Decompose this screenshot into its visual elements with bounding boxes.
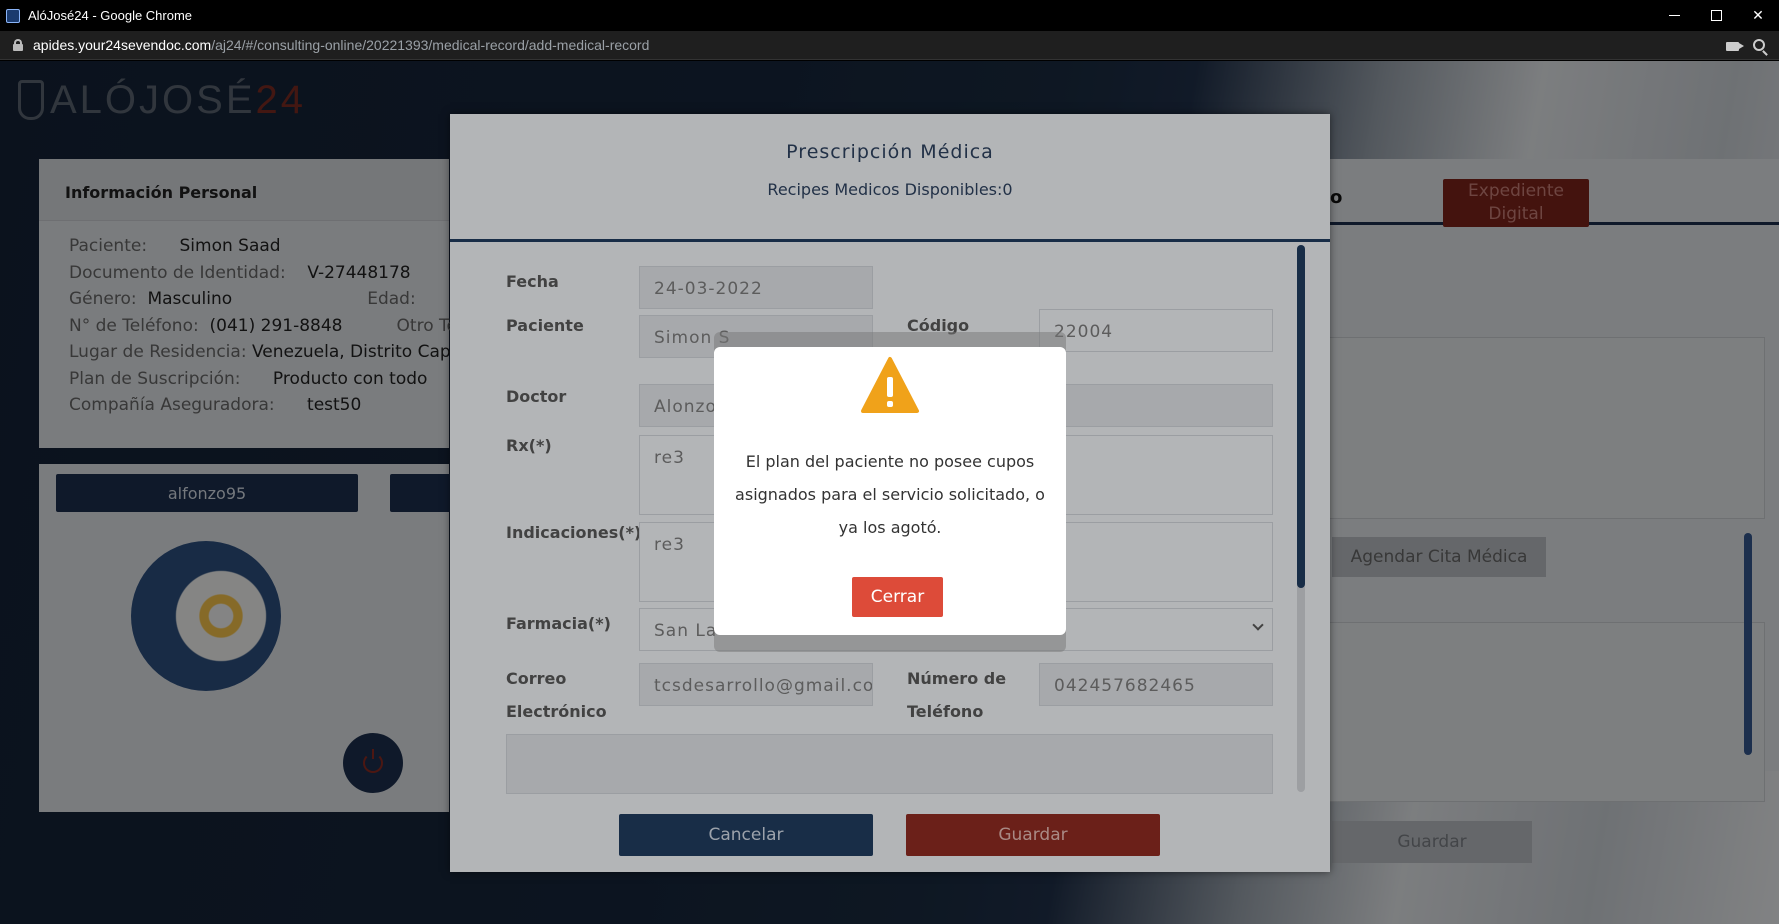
- right-panel-scrollbar[interactable]: [1744, 533, 1752, 755]
- correo-field[interactable]: tcsdesarrollo@gmail.com: [639, 663, 873, 706]
- recipes-available: Recipes Medicos Disponibles:0: [767, 180, 1013, 199]
- url-host: apides.your24sevendoc.com: [33, 37, 212, 53]
- cerrar-button[interactable]: Cerrar: [852, 577, 943, 617]
- zoom-icon[interactable]: [1753, 39, 1765, 51]
- alert-dialog: El plan del paciente no posee cupos asig…: [714, 347, 1066, 635]
- farmacia-selected: San La: [654, 621, 718, 641]
- window-title: AlóJosé24 - Google Chrome: [28, 8, 193, 23]
- minimize-icon: [1668, 15, 1680, 16]
- chevron-down-icon: [1252, 619, 1264, 631]
- prescription-title: Prescripción Médica: [786, 141, 994, 163]
- fecha-label: Fecha: [506, 272, 559, 291]
- url-path: /aj24/#/consulting-online/20221393/medic…: [211, 37, 650, 53]
- codigo-field[interactable]: 22004: [1039, 309, 1273, 352]
- browser-titlebar: AlóJosé24 - Google Chrome ✕: [0, 0, 1779, 31]
- prescription-header: Prescripción Médica Recipes Medicos Disp…: [450, 114, 1330, 242]
- fecha-field[interactable]: 24-03-2022: [639, 266, 873, 309]
- prescription-scrollbar-thumb[interactable]: [1297, 245, 1305, 588]
- close-window-button[interactable]: ✕: [1737, 0, 1779, 31]
- minimize-button[interactable]: [1653, 0, 1695, 31]
- correo-label: Correo Electrónico: [506, 669, 607, 721]
- telefono-label: Número de Teléfono: [907, 669, 1007, 721]
- telefono-field[interactable]: 042457682465: [1039, 663, 1273, 706]
- paciente-label: Paciente: [506, 316, 584, 335]
- app-favicon-icon: [6, 8, 20, 23]
- lock-icon: [13, 39, 23, 51]
- indicaciones-label: Indicaciones(*): [506, 523, 642, 542]
- farmacia-label: Farmacia(*): [506, 614, 611, 633]
- rx-label: Rx(*): [506, 436, 552, 455]
- extra-textarea[interactable]: [506, 734, 1273, 794]
- maximize-icon: [1710, 10, 1722, 21]
- maximize-button[interactable]: [1695, 0, 1737, 31]
- alert-message: El plan del paciente no posee cupos asig…: [735, 452, 1045, 537]
- doctor-label: Doctor: [506, 387, 567, 406]
- address-bar[interactable]: apides.your24sevendoc.com /aj24/#/consul…: [0, 31, 1779, 60]
- guardar-button[interactable]: Guardar: [906, 814, 1160, 856]
- cancelar-button[interactable]: Cancelar: [619, 814, 873, 856]
- camera-icon[interactable]: [1726, 42, 1744, 51]
- warning-icon: [861, 357, 919, 413]
